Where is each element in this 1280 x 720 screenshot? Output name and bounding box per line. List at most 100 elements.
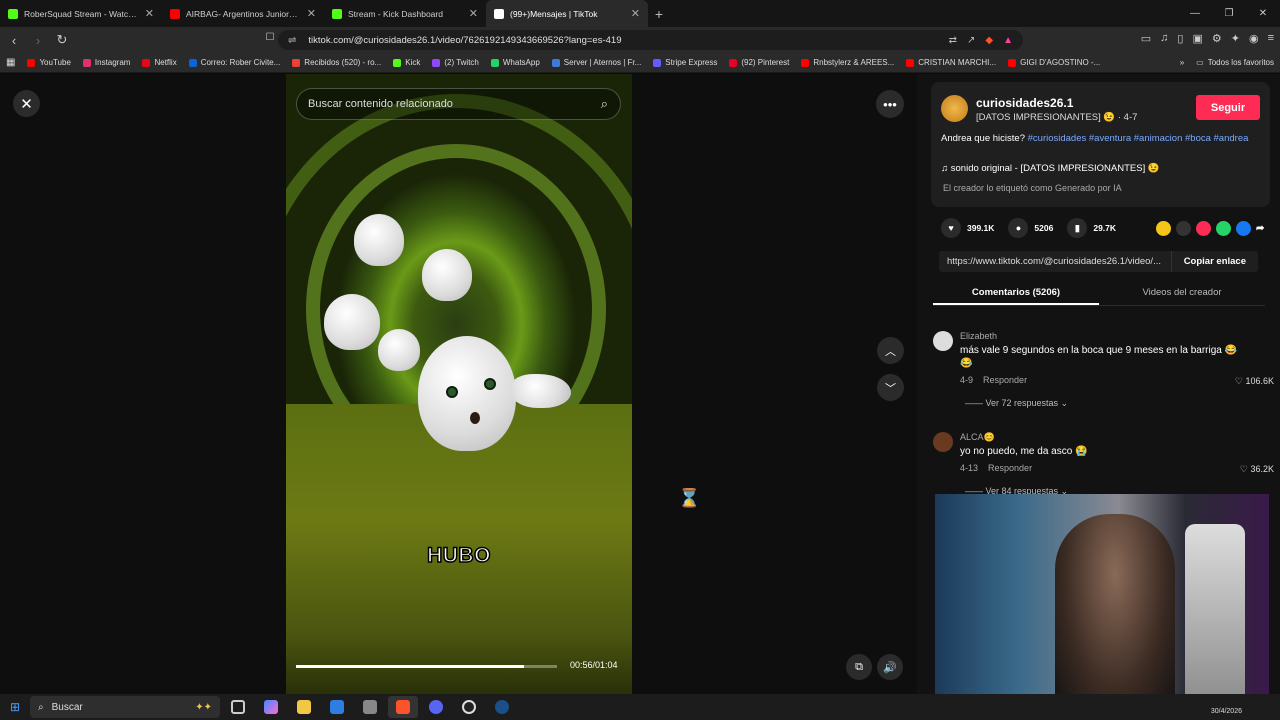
- video-info-card: curiosidades26.1 [DATOS IMPRESIONANTES] …: [931, 82, 1270, 207]
- bookmark-item[interactable]: Kick: [387, 58, 426, 67]
- translate-icon[interactable]: ⇄: [949, 35, 957, 46]
- bookmark-item[interactable]: Recibidos (520) - ro...: [286, 58, 387, 67]
- all-bookmarks[interactable]: ▭ Todos los favoritos: [1190, 58, 1280, 67]
- bookmark-item[interactable]: GIGI D'AGOSTINO -...: [1002, 58, 1106, 67]
- windows-start-icon[interactable]: ⊞: [0, 700, 30, 714]
- whatsapp-icon[interactable]: [1216, 220, 1231, 236]
- browser-tab[interactable]: AIRBAG- Argentinos Juniors - EN VIVO✕: [162, 0, 324, 27]
- facebook-icon[interactable]: [1236, 220, 1251, 236]
- volume-icon[interactable]: 🔊: [877, 654, 903, 680]
- url-text[interactable]: tiktok.com/@curiosidades26.1/video/76261…: [308, 35, 621, 46]
- picture-in-picture-icon[interactable]: ⧉: [846, 654, 872, 680]
- ai-icon[interactable]: ✦: [1231, 32, 1240, 45]
- reply-button[interactable]: Responder: [988, 463, 1032, 473]
- share-icon[interactable]: ↗: [967, 35, 975, 46]
- bookmark-item[interactable]: YouTube: [21, 58, 76, 67]
- forward-icon[interactable]: ›: [28, 33, 48, 48]
- bookmark-item[interactable]: Stripe Express: [647, 58, 723, 67]
- previous-video-icon[interactable]: ︿: [877, 337, 904, 364]
- more-options-icon[interactable]: •••: [876, 90, 904, 118]
- description-hashtags[interactable]: #curiosidades #aventura #animacion #boca…: [1028, 133, 1249, 144]
- reply-button[interactable]: Responder: [983, 375, 1027, 385]
- search-icon[interactable]: ⌕: [601, 96, 608, 112]
- shield-icon[interactable]: ◆: [985, 35, 993, 46]
- bookmark-icon[interactable]: ☐: [260, 32, 280, 43]
- browser-tab[interactable]: Stream - Kick Dashboard ✕: [324, 0, 486, 27]
- browser-tab-active[interactable]: (99+)Mensajes | TikTok ✕: [486, 0, 648, 27]
- wallet-icon[interactable]: ▣: [1192, 32, 1202, 45]
- bookmark-icon: ▮: [1067, 218, 1088, 238]
- store-icon[interactable]: [322, 696, 352, 718]
- copilot-icon[interactable]: [256, 696, 286, 718]
- copy-link-button[interactable]: Copiar enlace: [1170, 251, 1258, 272]
- twitch-icon: [432, 58, 441, 67]
- close-tab-icon[interactable]: ✕: [145, 7, 154, 20]
- browser-tab[interactable]: RoberSquad Stream - Watch Live ✕: [0, 0, 162, 27]
- bookmark-item[interactable]: (92) Pinterest: [723, 58, 795, 67]
- steam-icon[interactable]: [487, 696, 517, 718]
- tab-comments[interactable]: Comentarios (5206): [933, 282, 1099, 305]
- site-settings-icon[interactable]: ⇌: [288, 35, 296, 46]
- save-button[interactable]: ▮ 29.7K: [1067, 218, 1116, 238]
- more-bookmarks-icon[interactable]: »: [1174, 58, 1190, 67]
- menu-icon[interactable]: ≡: [1268, 32, 1274, 45]
- reader-icon[interactable]: ▯: [1177, 32, 1183, 45]
- rewards-icon[interactable]: ▲: [1003, 35, 1013, 46]
- close-tab-icon[interactable]: ✕: [469, 7, 478, 20]
- comment-author[interactable]: ALCA😊: [960, 432, 995, 443]
- taskbar-search[interactable]: ⌕ Buscar ✦✦: [30, 696, 220, 718]
- bookmark-item[interactable]: WhatsApp: [485, 58, 546, 67]
- follow-button[interactable]: Seguir: [1196, 95, 1260, 120]
- close-tab-icon[interactable]: ✕: [631, 7, 640, 20]
- reload-icon[interactable]: ↻: [52, 32, 72, 48]
- video-progress-bar[interactable]: [296, 665, 557, 668]
- send-icon[interactable]: [1196, 220, 1211, 236]
- extensions-icon[interactable]: ⚙: [1212, 32, 1222, 45]
- bookmark-item[interactable]: Correo: Rober Civite...: [183, 58, 287, 67]
- brave-icon[interactable]: [388, 696, 418, 718]
- next-video-icon[interactable]: ﹀: [877, 374, 904, 401]
- file-explorer-icon[interactable]: [289, 696, 319, 718]
- tab-creator-videos[interactable]: Videos del creador: [1099, 282, 1265, 305]
- related-search-input[interactable]: Buscar contenido relacionado ⌕: [296, 88, 621, 120]
- video-link-text[interactable]: https://www.tiktok.com/@curiosidades26.1…: [947, 256, 1161, 267]
- vpn-icon[interactable]: ◉: [1249, 32, 1259, 45]
- music-icon[interactable]: ♫: [1160, 32, 1168, 45]
- minimize-icon[interactable]: —: [1178, 8, 1212, 19]
- video-player[interactable]: Buscar contenido relacionado ⌕ HUBO 00:5…: [286, 74, 632, 694]
- obs-icon[interactable]: [454, 696, 484, 718]
- bookmark-item[interactable]: Instagram: [77, 58, 137, 67]
- close-window-icon[interactable]: ✕: [1246, 8, 1280, 19]
- discord-icon[interactable]: [421, 696, 451, 718]
- new-tab-button[interactable]: +: [648, 6, 670, 22]
- like-button[interactable]: ♥ 399.1K: [941, 218, 994, 238]
- apps-icon[interactable]: ▦: [0, 57, 21, 68]
- bookmark-item[interactable]: CRISTIAN MARCHI...: [900, 58, 1002, 67]
- comment-like-button[interactable]: ♡ 36.2K: [1240, 464, 1274, 475]
- bookmark-item[interactable]: Rnbstylerz & AREES...: [795, 58, 900, 67]
- comment-button[interactable]: ● 5206: [1008, 218, 1053, 238]
- task-view-icon[interactable]: [223, 696, 253, 718]
- embed-icon[interactable]: [1176, 220, 1191, 236]
- repost-icon[interactable]: [1156, 220, 1171, 236]
- sound-link[interactable]: ♫ sonido original - [DATOS IMPRESIONANTE…: [941, 163, 1160, 174]
- comment-like-button[interactable]: ♡ 106.6K: [1235, 376, 1274, 387]
- close-icon[interactable]: ✕: [13, 90, 40, 117]
- creator-username[interactable]: curiosidades26.1: [976, 96, 1073, 110]
- sidebar-icon[interactable]: ▭: [1141, 32, 1151, 45]
- bookmark-item[interactable]: Server | Aternos | Fr...: [546, 58, 648, 67]
- address-bar[interactable]: ⇌ tiktok.com/@curiosidades26.1/video/762…: [278, 30, 1023, 50]
- restore-icon[interactable]: ❐: [1212, 8, 1246, 19]
- share-arrow-icon[interactable]: ➦: [1256, 221, 1271, 236]
- back-icon[interactable]: ‹: [4, 33, 24, 48]
- comment-avatar[interactable]: [933, 432, 953, 452]
- cursor-icon: ⌛: [678, 488, 701, 508]
- bookmark-item[interactable]: (2) Twitch: [426, 58, 485, 67]
- close-tab-icon[interactable]: ✕: [307, 7, 316, 20]
- comment-author[interactable]: Elizabeth: [960, 331, 997, 341]
- comment-avatar[interactable]: [933, 331, 953, 351]
- view-replies-button[interactable]: —— Ver 72 respuestas ⌄: [965, 398, 1068, 409]
- bookmark-item[interactable]: Netflix: [136, 58, 182, 67]
- app-icon[interactable]: [355, 696, 385, 718]
- creator-avatar[interactable]: [941, 95, 968, 122]
